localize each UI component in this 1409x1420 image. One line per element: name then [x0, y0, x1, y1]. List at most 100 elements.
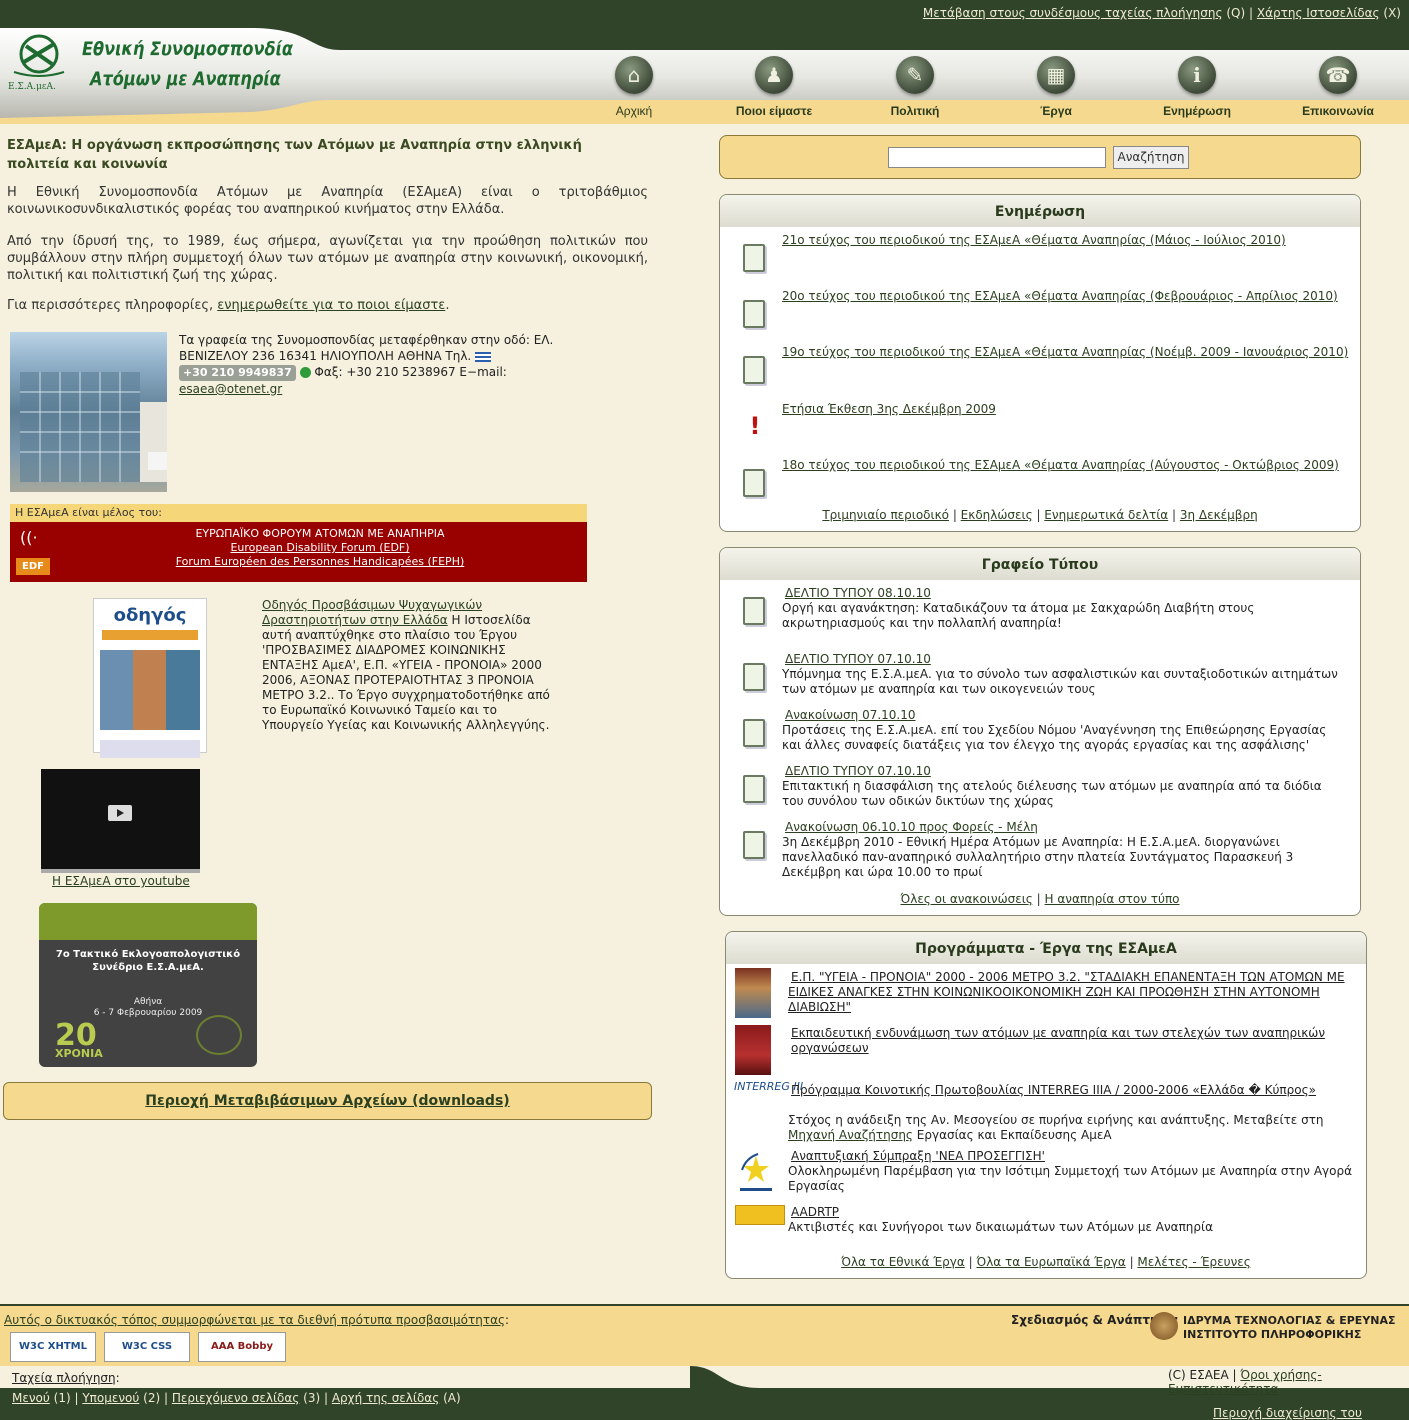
youtube-link[interactable]: Η ΕΣΑμεΑ στο youtube: [41, 874, 190, 888]
accessibility-colon: :: [505, 1313, 510, 1327]
european-projects-link[interactable]: Όλα τα Ευρωπαϊκά Έργα: [976, 1255, 1125, 1269]
nav-politics-label: Πολιτική: [890, 104, 940, 118]
call-icon[interactable]: [299, 367, 311, 378]
programs-panel-title: Προγράμματα - Έργα της ΕΣΑμεΑ: [726, 932, 1366, 964]
edf-logo[interactable]: EDF: [16, 558, 50, 575]
news-item-4[interactable]: Ετήσια Έκθεση 3ης Δεκέμβρη 2009: [782, 402, 996, 417]
sitemap-link[interactable]: Χάρτης Ιστοσελίδας: [1257, 6, 1380, 20]
press-item-3-link[interactable]: Ανακοίνωση 07.10.10: [785, 708, 916, 722]
admin-link[interactable]: Περιοχή διαχείρισης του esaea.gr: [1213, 1406, 1362, 1420]
edf-signal-icon: ((·: [20, 528, 38, 547]
content-link[interactable]: Περιεχόμενο σελίδας: [172, 1391, 299, 1405]
december-3-link[interactable]: 3η Δεκέμβρη: [1180, 508, 1258, 522]
intro-paragraph-3: Για περισσότερες πληροφορίες, ενημερωθεί…: [7, 297, 648, 314]
program-1-link[interactable]: Ε.Π. "ΥΓΕΙΑ - ΠΡΟΝΟΙΑ" 2000 - 2006 ΜΕΤΡΟ…: [788, 970, 1354, 1015]
feph-link[interactable]: Forum Européen des Personnes Handicapées…: [176, 555, 465, 568]
program-2-link[interactable]: Εκπαιδευτική ενδυνάμωση των ατόμων με αν…: [791, 1026, 1351, 1056]
nav-contact[interactable]: ☎ Επικοινωνία: [1268, 56, 1408, 118]
studies-link[interactable]: Μελέτες - Έρευνες: [1137, 1255, 1250, 1269]
search-button[interactable]: Αναζήτηση: [1113, 146, 1189, 169]
all-announcements-link[interactable]: Όλες οι ανακοινώσεις: [900, 892, 1032, 906]
quick-nav-link[interactable]: Μετάβαση στους συνδέσμους ταχείας πλοήγη…: [923, 6, 1223, 20]
program-5-link[interactable]: AADRTP: [791, 1205, 839, 1220]
press-release-icon: [743, 597, 765, 625]
events-link[interactable]: Εκδηλώσεις: [961, 508, 1033, 522]
program-2-image: [735, 1025, 771, 1075]
intro-paragraph-2: Από την ίδρυσή της, το 1989, έως σήμερα,…: [7, 234, 648, 283]
news-item-3[interactable]: 19ο τεύχος του περιοδικού της ΕΣΑμεΑ «Θέ…: [782, 345, 1348, 360]
w3c-css-badge[interactable]: W3C CSS: [104, 1332, 190, 1362]
quick-nav-footer-link[interactable]: Ταχεία πλοήγηση: [12, 1371, 116, 1385]
quarterly-magazine-link[interactable]: Τριμηνιαίο περιοδικό: [822, 508, 949, 522]
magazine-icon: [743, 469, 765, 497]
submenu-link[interactable]: Υπομενού: [82, 1391, 139, 1405]
nav-politics[interactable]: ✎ Πολιτική: [845, 56, 985, 118]
play-triangle: [117, 809, 124, 817]
press-item-4-link[interactable]: ΔΕΛΤΙΟ ΤΥΠΟΥ 07.10.10: [785, 764, 931, 778]
email-link[interactable]: esaea@otenet.gr: [179, 382, 282, 396]
news-panel-title: Ενημέρωση: [720, 195, 1360, 227]
play-icon[interactable]: [108, 805, 132, 821]
nav-about[interactable]: ♟ Ποιοι είμαστε: [704, 56, 844, 118]
w3c-xhtml-badge[interactable]: W3C XHTML 1.0: [10, 1332, 96, 1380]
press-item-2-link[interactable]: ΔΕΛΤΙΟ ΤΥΠΟΥ 07.10.10: [785, 652, 931, 666]
iti-line-2: ΙΝΣΤΙΤΟΥΤΟ ΠΛΗΡΟΦΟΡΙΚΗΣ: [1183, 1328, 1362, 1341]
bobby-badge[interactable]: AAA Bobby APPROVED: [198, 1332, 286, 1380]
intro-more-suffix: .: [445, 298, 450, 313]
disability-in-press-link[interactable]: Η αναπηρία στον τύπο: [1045, 892, 1180, 906]
quick-nav-key: (Q): [1226, 6, 1246, 20]
press-release-icon: [743, 663, 765, 691]
accessibility-link[interactable]: Αυτός ο δικτυακός τόπος συμμορφώνεται με…: [4, 1313, 505, 1327]
nea-prosegisi-logo: [736, 1150, 776, 1194]
job-search-engine-link[interactable]: Μηχανή Αναζήτησης: [788, 1128, 913, 1142]
nav-home[interactable]: ⌂ Αρχική: [564, 56, 704, 118]
news-item-1[interactable]: 21ο τεύχος του περιοδικού της ΕΣΑμεΑ «Θέ…: [782, 233, 1286, 248]
about-link[interactable]: ενημερωθείτε για το ποιοι είμαστε: [217, 298, 445, 313]
quick-nav-links: Μενού (1) | Υπομενού (2) | Περιεχόμενο σ…: [12, 1391, 461, 1405]
program-3-description: Στόχος η ανάδειξη της Αν. Μεσογείου σε π…: [788, 1113, 1324, 1127]
press-release-icon: [743, 719, 765, 747]
program-3-link[interactable]: Πρόγραμμα Κοινοτικής Πρωτοβουλίας INTERR…: [791, 1083, 1351, 1098]
search-input[interactable]: [888, 147, 1106, 168]
press-footer-links: Όλες οι ανακοινώσεις | Η αναπηρία στον τ…: [900, 892, 1180, 906]
press-item-5-link[interactable]: Ανακοίνωση 06.10.10 προς Φορείς - Μέλη: [785, 820, 1038, 834]
building-photo: [20, 372, 167, 482]
menu-link[interactable]: Μενού: [12, 1391, 50, 1405]
copyright: (C) ΕΣΑΕΑ | Όροι χρήσης-Εμπιστευτικότητα: [1168, 1368, 1409, 1396]
projects-icon: ▦: [1037, 56, 1075, 94]
downloads-link[interactable]: Περιοχή Μεταβιβάσιμων Αρχείων (downloads…: [145, 1093, 509, 1109]
news-item-5[interactable]: 18ο τεύχος του περιοδικού της ΕΣΑμεΑ «Θέ…: [782, 458, 1339, 473]
press-item-1-text: Οργή και αγανάκτηση: Καταδικάζουν τα άτο…: [782, 601, 1255, 630]
logo-title-line2: Ατόμων με Αναπηρία: [90, 68, 281, 90]
program-3-text: Στόχος η ανάδειξη της Αν. Μεσογείου σε π…: [788, 1113, 1358, 1143]
intro-paragraph-1: Η Εθνική Συνομοσπονδία Ατόμων με Αναπηρί…: [7, 185, 648, 217]
nav-news[interactable]: i Ενημέρωση: [1127, 56, 1267, 118]
phone-number[interactable]: +30 210 9949837: [179, 365, 296, 381]
quick-nav-label: Ταχεία πλοήγηση:: [12, 1371, 120, 1385]
guide-cover-image[interactable]: οδηγός: [93, 598, 207, 758]
downloads-box: Περιοχή Μεταβιβάσιμων Αρχείων (downloads…: [3, 1082, 652, 1120]
nav-home-label: Αρχική: [615, 104, 653, 118]
press-item-1-link[interactable]: ΔΕΛΤΙΟ ΤΥΠΟΥ 08.10.10: [785, 586, 931, 600]
news-item-2[interactable]: 20ο τεύχος του περιοδικού της ΕΣΑμεΑ «Θέ…: [782, 289, 1338, 304]
separator: |: [1249, 6, 1254, 20]
national-projects-link[interactable]: Όλα τα Εθνικά Έργα: [841, 1255, 965, 1269]
intro-more-prefix: Για περισσότερες πληροφορίες,: [7, 298, 214, 313]
guide-description: Οδηγός Προσβάσιμων Ψυχαγωγικών Δραστηριο…: [262, 598, 552, 733]
edf-link[interactable]: European Disability Forum (EDF): [230, 541, 409, 554]
congress-place: Αθήνα: [133, 997, 163, 1007]
accessibility-statement: Αυτός ο δικτυακός τόπος συμμορφώνεται με…: [4, 1313, 509, 1327]
newsletters-link[interactable]: Ενημερωτικά δελτία: [1044, 508, 1168, 522]
iti-name[interactable]: ΙΔΡΥΜΑ ΤΕΧΝΟΛΟΓΙΑΣ & ΕΡΕΥΝΑΣ ΙΝΣΤΙΤΟΥΤΟ …: [1183, 1314, 1396, 1342]
nav-projects-label: Έργα: [1040, 104, 1072, 118]
nav-projects[interactable]: ▦ Έργα: [986, 56, 1126, 118]
iti-line-1: ΙΔΡΥΜΑ ΤΕΧΝΟΛΟΓΙΑΣ & ΕΡΕΥΝΑΣ: [1183, 1314, 1396, 1327]
office-building-image: [10, 332, 167, 492]
esamea-logo-icon: Ε.Σ.Α.μεΑ.: [8, 34, 65, 92]
politics-icon: ✎: [896, 56, 934, 94]
program-4-link[interactable]: Αναπτυξιακή Σύμπραξη 'ΝΕΑ ΠΡΟΣΕΓΓΙΣΗ': [791, 1149, 1045, 1164]
iti-seal-icon[interactable]: [1150, 1312, 1178, 1340]
guide-link[interactable]: Οδηγός Προσβάσιμων Ψυχαγωγικών Δραστηριο…: [262, 598, 482, 627]
page-top-link[interactable]: Αρχή της σελίδας: [332, 1391, 439, 1405]
star-figure-icon: [740, 1153, 772, 1191]
